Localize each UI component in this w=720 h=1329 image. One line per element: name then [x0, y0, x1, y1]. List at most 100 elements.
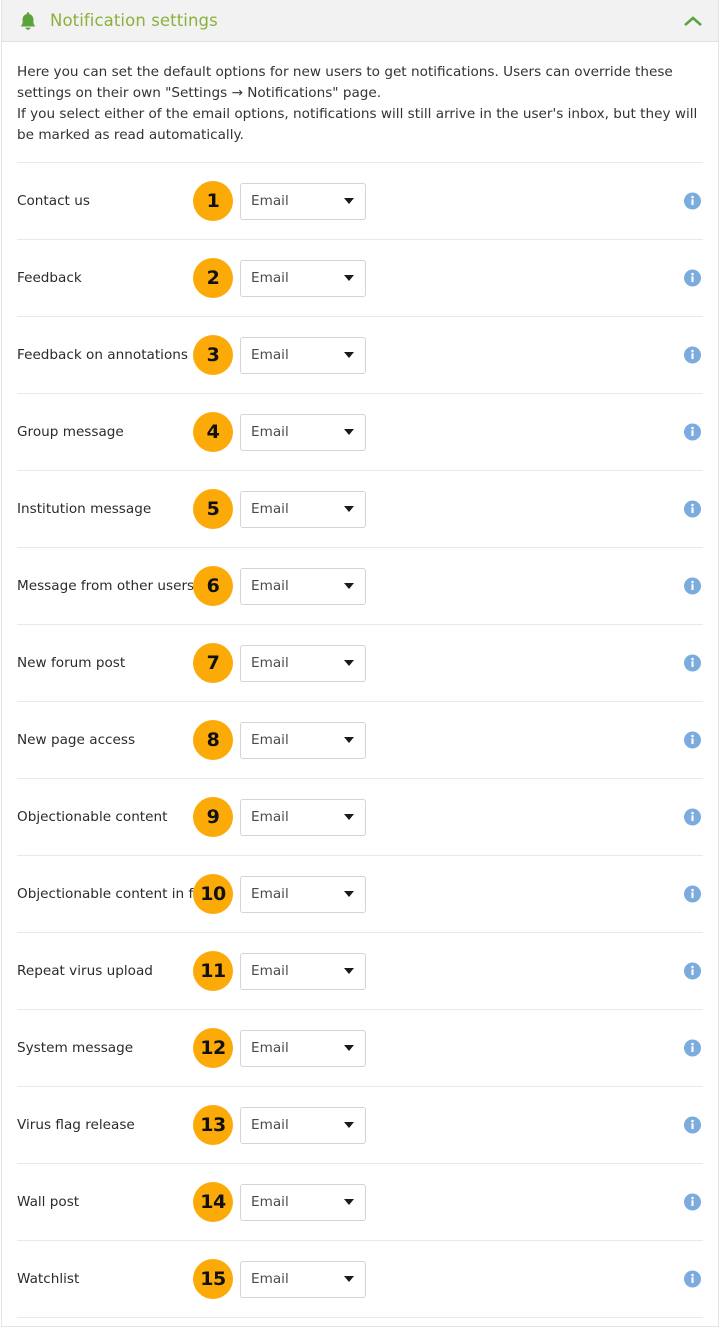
- chevron-down-icon: [344, 660, 354, 666]
- chevron-down-icon: [344, 583, 354, 589]
- info-circle-icon[interactable]: [684, 962, 701, 980]
- notification-method-select[interactable]: Email: [240, 259, 366, 297]
- step-badge: 1: [193, 181, 233, 221]
- setting-row: Feedback on annotations 3 Email: [17, 316, 703, 393]
- notification-method-select[interactable]: Email: [240, 490, 366, 528]
- step-badge: 14: [193, 1182, 233, 1222]
- setting-row: Objectionable content in forum 10 Email: [17, 855, 703, 932]
- panel-body: Here you can set the default options for…: [2, 42, 718, 1318]
- notification-method-select[interactable]: Email: [240, 875, 366, 913]
- setting-row: Wall post 14 Email: [17, 1163, 703, 1240]
- chevron-down-icon: [344, 1122, 354, 1128]
- chevron-down-icon: [344, 814, 354, 820]
- notification-method-select[interactable]: Email: [240, 1106, 366, 1144]
- notification-method-select-wrap: 9 Email: [193, 797, 366, 837]
- bell-icon: [21, 11, 35, 30]
- notification-method-value: Email: [251, 193, 289, 209]
- chevron-down-icon: [344, 1199, 354, 1205]
- step-badge: 8: [193, 720, 233, 760]
- setting-row: Institution message 5 Email: [17, 470, 703, 547]
- setting-row: Repeat virus upload 11 Email: [17, 932, 703, 1009]
- intro-line-1: Here you can set the default options for…: [17, 64, 673, 101]
- step-badge: 7: [193, 643, 233, 683]
- step-badge: 13: [193, 1105, 233, 1145]
- notification-method-select[interactable]: Email: [240, 1260, 366, 1298]
- step-badge: 12: [193, 1028, 233, 1068]
- notification-method-select[interactable]: Email: [240, 952, 366, 990]
- notification-method-value: Email: [251, 424, 289, 440]
- setting-row: Contact us 1 Email: [17, 162, 703, 239]
- setting-row: New page access 8 Email: [17, 701, 703, 778]
- info-circle-icon[interactable]: [684, 423, 701, 441]
- notification-method-select-wrap: 2 Email: [193, 258, 366, 298]
- notification-method-select[interactable]: Email: [240, 1029, 366, 1067]
- notification-method-value: Email: [251, 270, 289, 286]
- notification-method-select-wrap: 8 Email: [193, 720, 366, 760]
- chevron-down-icon: [344, 968, 354, 974]
- step-badge: 10: [193, 874, 233, 914]
- chevron-up-icon[interactable]: [682, 10, 704, 32]
- info-circle-icon[interactable]: [684, 1193, 701, 1211]
- notification-method-select[interactable]: Email: [240, 182, 366, 220]
- info-circle-icon[interactable]: [684, 885, 701, 903]
- notification-method-select[interactable]: Email: [240, 567, 366, 605]
- notification-method-select[interactable]: Email: [240, 798, 366, 836]
- setting-row: Watchlist 15 Email: [17, 1240, 703, 1317]
- info-circle-icon[interactable]: [684, 731, 701, 749]
- setting-row: Message from other users 6 Email: [17, 547, 703, 624]
- notification-method-value: Email: [251, 1117, 289, 1133]
- step-badge: 3: [193, 335, 233, 375]
- notification-method-select[interactable]: Email: [240, 644, 366, 682]
- notification-method-select-wrap: 4 Email: [193, 412, 366, 452]
- intro-line-2: If you select either of the email option…: [17, 106, 698, 143]
- info-circle-icon[interactable]: [684, 269, 701, 287]
- step-badge: 4: [193, 412, 233, 452]
- info-circle-icon[interactable]: [684, 1039, 701, 1057]
- notification-method-select[interactable]: Email: [240, 721, 366, 759]
- chevron-down-icon: [344, 506, 354, 512]
- notification-method-select[interactable]: Email: [240, 1183, 366, 1221]
- info-circle-icon[interactable]: [684, 808, 701, 826]
- chevron-down-icon: [344, 198, 354, 204]
- info-circle-icon[interactable]: [684, 192, 701, 210]
- chevron-down-icon: [344, 891, 354, 897]
- step-badge: 5: [193, 489, 233, 529]
- notification-method-select-wrap: 5 Email: [193, 489, 366, 529]
- notification-method-select-wrap: 10 Email: [193, 874, 366, 914]
- info-circle-icon[interactable]: [684, 1116, 701, 1134]
- setting-row: Group message 4 Email: [17, 393, 703, 470]
- notification-method-value: Email: [251, 809, 289, 825]
- notification-method-value: Email: [251, 501, 289, 517]
- info-circle-icon[interactable]: [684, 654, 701, 672]
- notification-method-select-wrap: 1 Email: [193, 181, 366, 221]
- notification-method-value: Email: [251, 886, 289, 902]
- info-circle-icon[interactable]: [684, 500, 701, 518]
- notification-method-select[interactable]: Email: [240, 413, 366, 451]
- notification-method-select[interactable]: Email: [240, 336, 366, 374]
- panel-title: Notification settings: [50, 11, 218, 30]
- setting-row: Feedback 2 Email: [17, 239, 703, 316]
- step-badge: 11: [193, 951, 233, 991]
- chevron-down-icon: [344, 275, 354, 281]
- info-circle-icon[interactable]: [684, 346, 701, 364]
- panel-header[interactable]: Notification settings: [2, 0, 718, 42]
- chevron-down-icon: [344, 352, 354, 358]
- notification-method-select-wrap: 14 Email: [193, 1182, 366, 1222]
- notification-method-select-wrap: 3 Email: [193, 335, 366, 375]
- setting-row: System message 12 Email: [17, 1009, 703, 1086]
- notification-method-value: Email: [251, 1194, 289, 1210]
- notification-method-select-wrap: 11 Email: [193, 951, 366, 991]
- notification-method-value: Email: [251, 1040, 289, 1056]
- setting-row: Virus flag release 13 Email: [17, 1086, 703, 1163]
- info-circle-icon[interactable]: [684, 577, 701, 595]
- info-circle-icon[interactable]: [684, 1270, 701, 1288]
- notification-method-value: Email: [251, 578, 289, 594]
- notification-method-value: Email: [251, 655, 289, 671]
- notification-method-value: Email: [251, 732, 289, 748]
- notification-method-select-wrap: 6 Email: [193, 566, 366, 606]
- step-badge: 9: [193, 797, 233, 837]
- notification-method-value: Email: [251, 963, 289, 979]
- chevron-down-icon: [344, 737, 354, 743]
- notification-method-select-wrap: 12 Email: [193, 1028, 366, 1068]
- setting-row: New forum post 7 Email: [17, 624, 703, 701]
